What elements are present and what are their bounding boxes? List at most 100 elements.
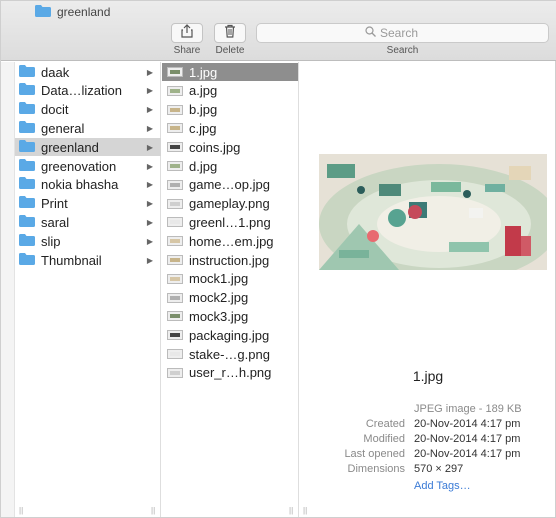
- file-item[interactable]: stake-…g.png: [162, 345, 298, 363]
- folder-icon: [19, 102, 35, 117]
- add-tags-link[interactable]: Add Tags…: [414, 480, 471, 492]
- image-thumbnail-icon: [167, 123, 183, 134]
- folder-icon: [19, 64, 35, 80]
- file-item[interactable]: home…em.jpg: [162, 232, 298, 250]
- toolbar: greenland Share Delete Search: [1, 1, 556, 61]
- column-resize-handle[interactable]: ||: [19, 506, 23, 515]
- file-item-label: user_r…h.png: [189, 365, 272, 381]
- preview-kind: JPEG image - 189 KB: [414, 403, 522, 415]
- folder-item-label: Thumbnail: [41, 252, 102, 268]
- folder-item-label: general: [41, 120, 85, 136]
- folder-icon: [35, 4, 51, 20]
- folder-item[interactable]: greenland ▶: [15, 138, 161, 157]
- last-opened-value: 20-Nov-2014 4:17 pm: [414, 448, 521, 460]
- file-item-label: mock1.jpg: [189, 271, 249, 287]
- disclosure-arrow-icon: ▶: [146, 180, 153, 190]
- search-input[interactable]: [380, 26, 440, 40]
- folder-icon: [19, 214, 35, 230]
- disclosure-arrow-icon: ▶: [146, 161, 153, 171]
- file-item[interactable]: coins.jpg: [162, 138, 298, 156]
- window-title: greenland: [35, 4, 110, 20]
- folder-item[interactable]: Print ▶: [15, 195, 161, 213]
- folder-column[interactable]: daak ▶ Data…lization ▶ docit ▶ general ▶ greenla…: [1, 62, 161, 517]
- file-column[interactable]: 1.jpg a.jpg b.jpg c.jpg coins.jpg d.jpg game…o…: [161, 62, 299, 517]
- folder-icon: [19, 177, 35, 192]
- share-button[interactable]: [171, 23, 203, 43]
- delete-button[interactable]: [214, 23, 246, 43]
- file-item-label: d.jpg: [189, 158, 218, 174]
- file-item[interactable]: gameplay.png: [162, 195, 298, 213]
- created-label: Created: [365, 418, 405, 430]
- folder-icon: [19, 139, 35, 155]
- folder-item[interactable]: docit ▶: [15, 101, 161, 119]
- file-item[interactable]: d.jpg: [162, 157, 298, 175]
- file-item[interactable]: user_r…h.png: [162, 364, 298, 382]
- file-item[interactable]: game…op.jpg: [162, 176, 298, 194]
- disclosure-arrow-icon: ▶: [146, 255, 153, 265]
- disclosure-arrow-icon: ▶: [146, 105, 153, 115]
- folder-item-label: saral: [41, 214, 70, 230]
- search-field[interactable]: [256, 23, 549, 43]
- file-item-label: a.jpg: [189, 83, 218, 99]
- image-thumbnail-icon: [167, 255, 183, 265]
- file-item-label: game…op.jpg: [189, 177, 270, 193]
- share-button-label: Share: [173, 45, 201, 56]
- file-item-label: stake-…g.png: [189, 346, 270, 362]
- file-item-label: coins.jpg: [189, 139, 241, 155]
- image-thumbnail-icon: [167, 311, 183, 322]
- file-item[interactable]: 1.jpg: [162, 63, 298, 81]
- file-item[interactable]: instruction.jpg: [162, 251, 298, 269]
- image-thumbnail-icon: [167, 273, 183, 284]
- modified-label: Modified: [363, 433, 405, 445]
- folder-item[interactable]: nokia bhasha ▶: [15, 176, 161, 194]
- folder-item[interactable]: daak ▶: [15, 63, 161, 81]
- column-resize-handle[interactable]: ||: [289, 506, 293, 515]
- folder-icon: [19, 120, 35, 136]
- file-item-label: home…em.jpg: [189, 233, 274, 249]
- modified-value: 20-Nov-2014 4:17 pm: [414, 433, 521, 445]
- file-item-label: greenl…1.png: [189, 214, 271, 230]
- file-item[interactable]: mock3.jpg: [162, 307, 298, 325]
- folder-item-label: daak: [41, 64, 70, 80]
- folder-item[interactable]: Data…lization ▶: [15, 82, 161, 100]
- file-item[interactable]: a.jpg: [162, 82, 298, 100]
- last-opened-label: Last opened: [344, 448, 405, 460]
- trash-icon: [224, 24, 236, 43]
- image-thumbnail-icon: [167, 179, 183, 190]
- disclosure-arrow-icon: ▶: [146, 142, 153, 152]
- file-item-label: mock2.jpg: [189, 290, 249, 306]
- image-thumbnail-icon: [167, 142, 183, 153]
- file-item[interactable]: greenl…1.png: [162, 213, 298, 231]
- image-thumbnail-icon: [167, 367, 183, 378]
- file-item[interactable]: packaging.jpg: [162, 326, 298, 344]
- image-thumbnail-icon: [167, 330, 183, 341]
- file-item[interactable]: mock1.jpg: [162, 270, 298, 288]
- window-title-text: greenland: [57, 5, 111, 19]
- folder-item[interactable]: slip ▶: [15, 232, 161, 250]
- folder-item[interactable]: general ▶: [15, 119, 161, 137]
- column-resize-handle[interactable]: ||: [151, 506, 155, 515]
- file-item-label: c.jpg: [189, 120, 217, 136]
- file-item[interactable]: c.jpg: [162, 119, 298, 137]
- folder-item-label: docit: [41, 102, 69, 118]
- delete-button-label: Delete: [215, 45, 245, 56]
- created-value: 20-Nov-2014 4:17 pm: [414, 418, 521, 430]
- folder-item[interactable]: saral ▶: [15, 213, 161, 231]
- dimensions-label: Dimensions: [347, 463, 405, 475]
- dimensions-value: 570 × 297: [414, 463, 464, 475]
- sidebar-gutter: [1, 62, 15, 517]
- folder-icon: [19, 83, 35, 98]
- folder-item-label: greenovation: [41, 158, 117, 174]
- file-item-label: b.jpg: [189, 102, 218, 118]
- search-icon: [365, 26, 376, 40]
- image-thumbnail-icon: [167, 85, 183, 96]
- column-resize-handle[interactable]: ||: [303, 506, 307, 515]
- image-thumbnail-icon: [167, 104, 183, 115]
- file-item[interactable]: b.jpg: [162, 101, 298, 119]
- folder-icon: [19, 196, 35, 211]
- folder-item[interactable]: Thumbnail ▶: [15, 251, 161, 269]
- file-item-label: packaging.jpg: [189, 327, 270, 343]
- finder-window: greenland Share Delete Search daak▶Data……: [0, 0, 556, 518]
- file-item[interactable]: mock2.jpg: [162, 289, 298, 307]
- folder-item[interactable]: greenovation ▶: [15, 157, 161, 175]
